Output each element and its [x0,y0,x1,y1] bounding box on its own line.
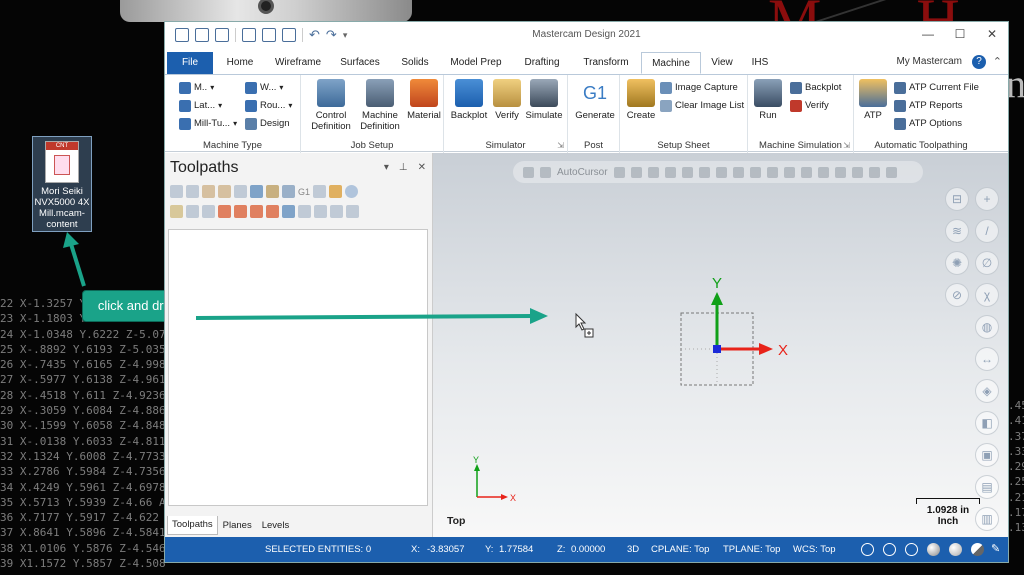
arrow-to-file-head [63,232,79,248]
drag-arrows-overlay [63,232,548,324]
arrow-to-file [69,243,86,287]
arrow-to-viewport [195,314,533,320]
arrow-to-viewport-head [530,308,548,324]
